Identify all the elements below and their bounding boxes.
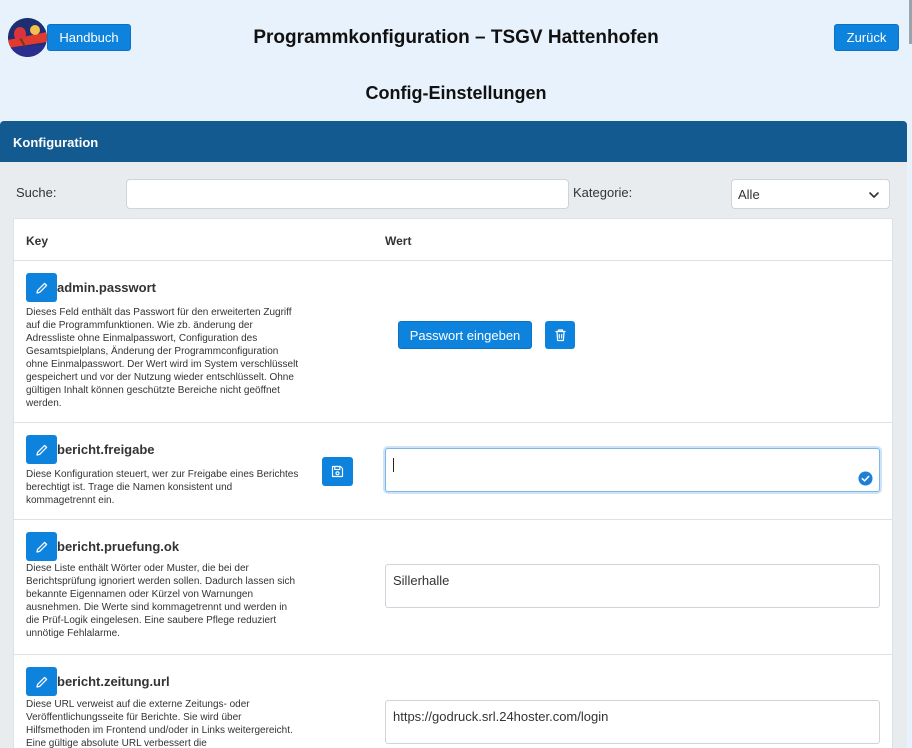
table-header: Key Wert <box>14 219 892 261</box>
config-description: Diese Liste enthält Wörter oder Muster, … <box>26 563 296 639</box>
edit-button[interactable] <box>26 435 57 464</box>
config-value-input[interactable]: Sillerhalle <box>385 564 880 608</box>
card-title: Konfiguration <box>13 135 99 150</box>
pencil-icon <box>35 444 47 456</box>
save-button[interactable] <box>322 457 353 486</box>
config-key: bericht.zeitung.url <box>57 674 170 689</box>
chevron-down-icon <box>869 192 879 198</box>
config-value-input[interactable] <box>385 448 880 492</box>
edit-button[interactable] <box>26 273 57 302</box>
category-label: Kategorie: <box>573 185 633 200</box>
config-value-text: https://godruck.srl.24hoster.com/login <box>393 709 609 724</box>
check-circle-icon <box>858 471 873 486</box>
edit-button[interactable] <box>26 532 57 561</box>
enter-password-button[interactable]: Passwort eingeben <box>398 321 532 349</box>
pencil-icon <box>35 541 47 553</box>
table-row: bericht.pruefung.ok Diese Liste enthält … <box>14 520 892 655</box>
delete-button[interactable] <box>545 321 575 349</box>
config-value-input[interactable]: https://godruck.srl.24hoster.com/login <box>385 700 880 744</box>
edit-button[interactable] <box>26 667 57 696</box>
table-row: bericht.freigabe Diese Konfiguration ste… <box>14 423 892 520</box>
page-title: Programmkonfiguration – TSGV Hattenhofen <box>253 27 659 48</box>
search-input[interactable] <box>126 179 569 209</box>
category-select[interactable]: Alle <box>731 179 890 209</box>
config-key: admin.passwort <box>57 280 156 295</box>
card-header: Konfiguration <box>0 121 907 162</box>
save-icon <box>331 465 344 478</box>
config-description: Diese Konfiguration steuert, wer zur Fre… <box>26 469 299 506</box>
config-key: bericht.pruefung.ok <box>57 539 180 554</box>
table-row: admin.passwort Dieses Feld enthält das P… <box>14 261 892 423</box>
text-caret <box>393 458 394 472</box>
config-key: bericht.freigabe <box>57 442 155 457</box>
search-label: Suche: <box>16 185 57 200</box>
table-row: bericht.zeitung.url Diese URL verweist a… <box>14 655 892 748</box>
pencil-icon <box>35 282 47 294</box>
config-description: Diese URL verweist auf die externe Zeitu… <box>26 699 293 748</box>
config-table: Key Wert admin.passwort Dieses Feld enth… <box>13 218 893 748</box>
back-button[interactable]: Zurück <box>834 24 899 51</box>
column-header-key: Key <box>26 234 49 248</box>
filter-bar: Suche: Kategorie: Alle <box>0 162 907 218</box>
config-card: Konfiguration Suche: Kategorie: Alle Key… <box>0 121 907 748</box>
trash-icon <box>555 329 565 342</box>
config-value-text: Sillerhalle <box>393 573 450 588</box>
category-selected-value: Alle <box>738 187 760 202</box>
column-header-value: Wert <box>385 234 412 248</box>
pencil-icon <box>35 676 47 688</box>
page-subtitle: Config-Einstellungen <box>365 83 547 103</box>
config-description: Dieses Feld enthält das Passwort für den… <box>26 307 299 409</box>
